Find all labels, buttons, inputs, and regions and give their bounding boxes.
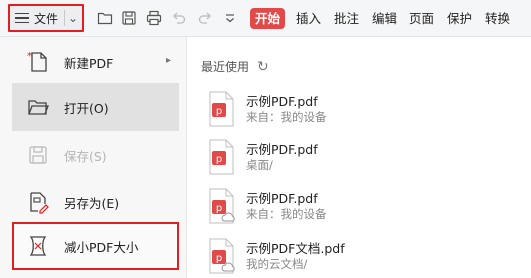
top-toolbar: 文件 ⌄ 开始 插入 批注 编辑 页面 保护 转换 [0,0,531,37]
file-name: 示例PDF文档.pdf [246,241,345,256]
cloud-pdf-file-icon: p [209,188,235,224]
recent-file-row[interactable]: p 示例PDF.pdf 来自：我的设备 [206,91,526,135]
svg-text:p: p [216,203,222,214]
tab-convert[interactable]: 转换 [485,9,510,29]
tab-page[interactable]: 页面 [409,9,434,29]
menu-item-label: 打开(O) [64,100,109,116]
recent-file-row[interactable]: p 示例PDF.pdf 桌面/ [206,139,526,183]
svg-text:p: p [216,106,222,117]
tab-insert[interactable]: 插入 [296,9,321,29]
chevron-down-icon[interactable]: ⌄ [68,11,78,25]
submenu-arrow-icon: ▸ [165,55,171,66]
file-location: 桌面/ [246,158,273,172]
menu-item-open[interactable]: 打开(O) [12,83,179,131]
redo-icon[interactable] [194,7,216,29]
hamburger-icon [15,12,29,24]
tab-comment[interactable]: 批注 [334,9,359,29]
recent-title-text: 最近使用 [201,60,250,74]
menu-item-label: 保存(S) [64,148,107,164]
tab-edit[interactable]: 编辑 [372,9,397,29]
refresh-icon[interactable]: ↻ [257,59,269,75]
undo-icon[interactable] [168,7,190,29]
tab-protect[interactable]: 保护 [447,9,472,29]
separator [64,10,66,26]
file-location: 我的云文档/ [246,257,308,271]
recent-section-title: 最近使用 ↻ [201,58,269,75]
cloud-pdf-file-icon: p [209,238,235,274]
compress-pdf-icon [24,232,52,260]
open-folder-icon[interactable] [94,7,116,29]
recent-file-row[interactable]: p 示例PDF.pdf 来自：我的设备 [206,188,526,232]
tab-start[interactable]: 开始 [250,8,286,29]
save-icon [24,141,52,169]
new-pdf-icon: * [24,48,52,76]
file-menu-panel: * 新建PDF ▸ 打开(O) 保存(S) 另存为(E) 减小PDF大小 [0,37,187,278]
menu-item-save[interactable]: 保存(S) [12,131,179,179]
file-name: 示例PDF.pdf [246,191,318,206]
file-location: 来自：我的设备 [246,207,327,221]
menu-item-new-pdf[interactable]: * 新建PDF ▸ [12,38,179,86]
file-name: 示例PDF.pdf [246,142,318,157]
save-icon[interactable] [118,7,140,29]
open-folder-icon [24,93,52,121]
recent-file-row[interactable]: p 示例PDF文档.pdf 我的云文档/ [206,238,526,278]
menu-item-label: 新建PDF [64,55,114,71]
menu-item-save-as[interactable]: 另存为(E) [12,178,179,226]
svg-text:*: * [27,51,32,62]
save-as-icon [24,188,52,216]
print-icon[interactable] [143,7,165,29]
file-menu-label: 文件 [34,11,59,26]
file-name: 示例PDF.pdf [246,94,318,109]
pdf-file-icon: p [209,139,234,175]
more-dropdown-icon[interactable] [219,7,241,29]
menu-item-label: 另存为(E) [64,195,120,211]
file-menu-button[interactable]: 文件 ⌄ [8,4,84,32]
svg-text:p: p [216,154,222,165]
pdf-file-icon: p [209,91,234,127]
menu-item-reduce-pdf-size[interactable]: 减小PDF大小 [12,222,179,270]
file-location: 来自：我的设备 [246,110,327,124]
menu-item-label: 减小PDF大小 [64,239,139,255]
svg-text:p: p [216,253,222,264]
